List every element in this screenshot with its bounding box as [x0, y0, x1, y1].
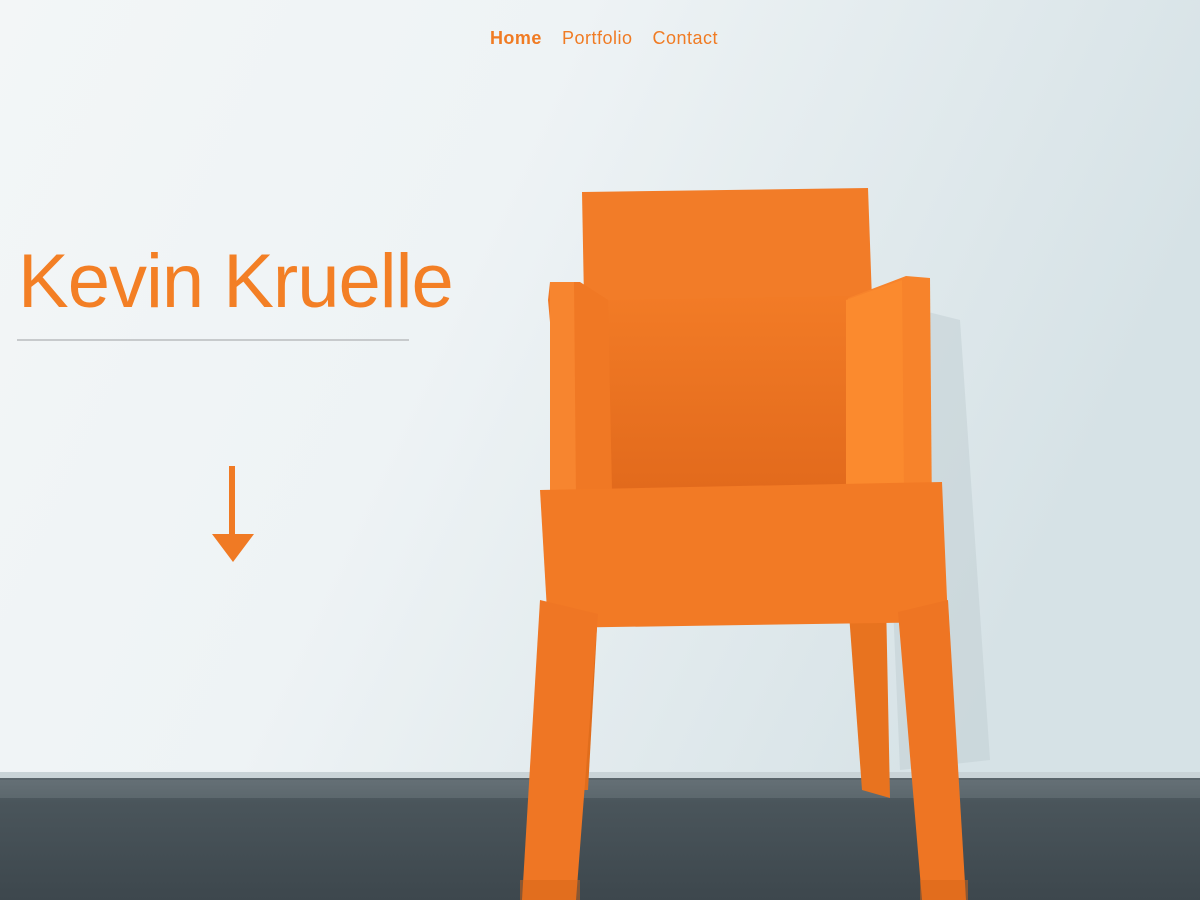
main-navigation: Home Portfolio Contact — [0, 28, 1200, 49]
nav-portfolio-link[interactable]: Portfolio — [562, 28, 633, 49]
hero-title: Kevin Kruelle — [18, 239, 454, 324]
chair-seat-front — [540, 482, 948, 628]
arrow-down-icon[interactable] — [210, 464, 256, 564]
hero-section: Home Portfolio Contact Kevin Kruelle — [0, 0, 1200, 900]
nav-contact-link[interactable]: Contact — [653, 28, 719, 49]
nav-home-link[interactable]: Home — [490, 28, 542, 49]
hero-background-photo — [0, 0, 1200, 900]
title-divider — [17, 339, 409, 341]
